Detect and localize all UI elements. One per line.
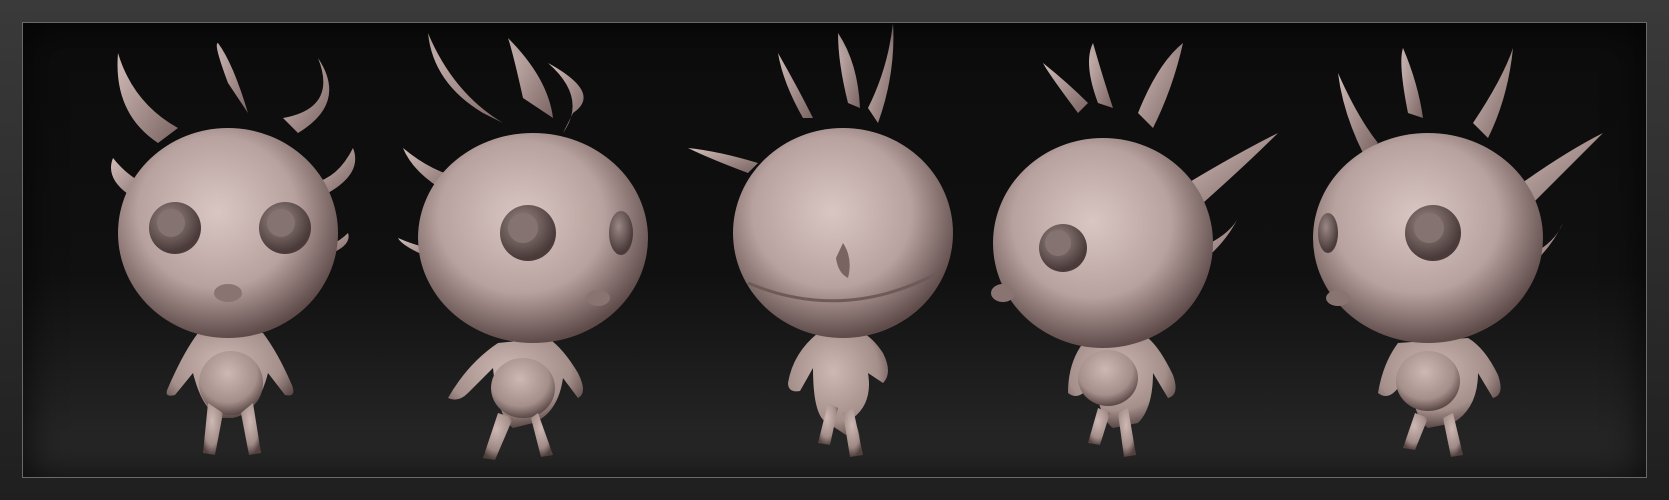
leg <box>531 413 553 457</box>
belly <box>1078 350 1138 406</box>
mouth <box>586 290 610 306</box>
profile-left-view <box>988 23 1318 477</box>
mouth <box>991 284 1015 302</box>
head-spike <box>778 53 813 118</box>
head-spike <box>117 53 178 143</box>
head-spike <box>548 63 584 133</box>
belly <box>1396 351 1460 411</box>
head-spike <box>1138 43 1183 128</box>
head-spike <box>1188 133 1278 203</box>
belly <box>491 358 555 418</box>
head-spike <box>1473 48 1513 138</box>
head-spike <box>688 148 758 173</box>
three-quarter-left-view <box>373 23 703 477</box>
mouth <box>1326 290 1350 306</box>
head-spike <box>1043 63 1088 113</box>
head <box>993 138 1213 348</box>
head-spike <box>838 33 860 108</box>
head <box>733 128 953 338</box>
three-quarter-right-view <box>1303 23 1633 477</box>
leg <box>1088 408 1110 445</box>
head-spike <box>428 33 503 123</box>
head-spike <box>508 38 553 118</box>
body <box>788 333 888 443</box>
mouth <box>214 284 242 302</box>
render-canvas <box>22 22 1647 478</box>
front-view <box>63 23 393 477</box>
head-spike <box>868 23 894 123</box>
head-spike <box>1401 48 1423 118</box>
head-spike <box>216 43 248 113</box>
head-spike <box>283 58 330 133</box>
head-spike <box>1338 73 1378 153</box>
head-spike <box>1089 43 1113 108</box>
leg <box>241 403 261 455</box>
back-view <box>688 23 1018 477</box>
render-frame <box>0 0 1669 500</box>
leg <box>1443 413 1463 457</box>
eye <box>1318 213 1338 253</box>
eye <box>609 211 633 255</box>
leg <box>483 413 513 460</box>
leg <box>1403 413 1428 450</box>
